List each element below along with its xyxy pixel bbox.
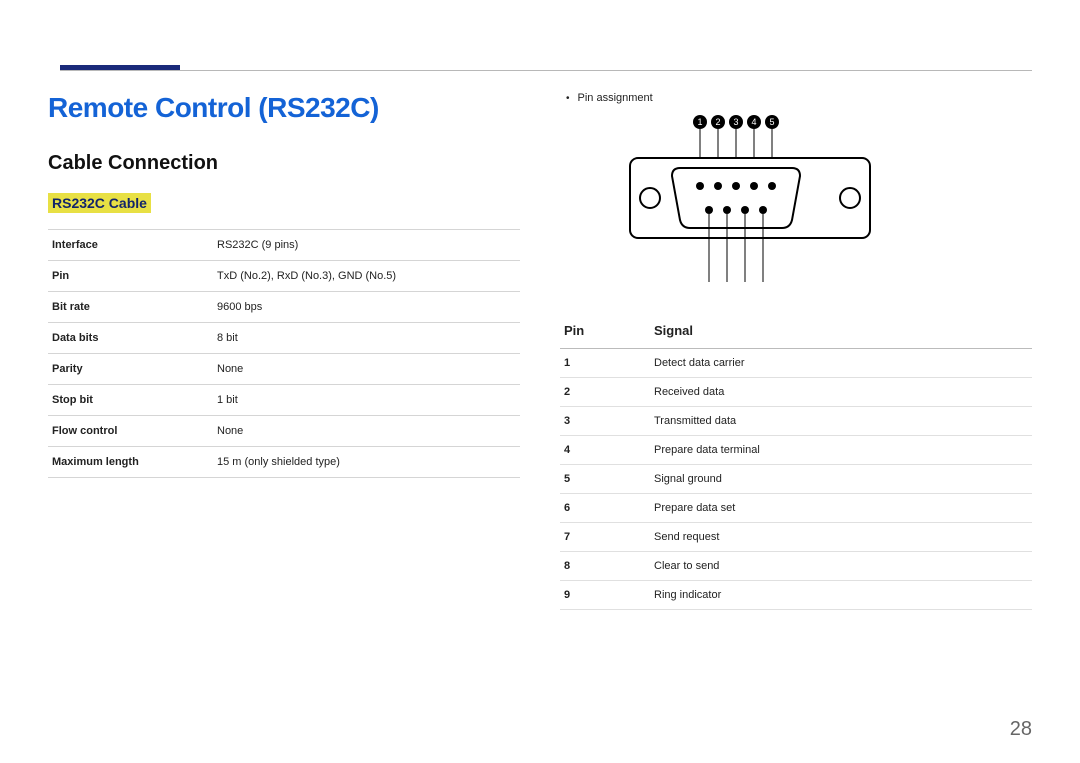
signal-name: Clear to send [650, 552, 1032, 581]
spec-key: Bit rate [48, 292, 213, 323]
page-title: Remote Control (RS232C) [48, 92, 520, 124]
table-row: Data bits8 bit [48, 323, 520, 354]
header-pin: Pin [560, 313, 650, 349]
section-heading: Cable Connection [48, 152, 520, 175]
table-row: 8Clear to send [560, 552, 1032, 581]
subsection-heading: RS232C Cable [48, 193, 151, 213]
signal-pin: 2 [560, 378, 650, 407]
table-row: Stop bit1 bit [48, 385, 520, 416]
table-row: 4Prepare data terminal [560, 436, 1032, 465]
signal-name: Prepare data terminal [650, 436, 1032, 465]
signal-pin: 8 [560, 552, 650, 581]
header-signal: Signal [650, 313, 1032, 349]
signal-name: Send request [650, 523, 1032, 552]
signal-name: Prepare data set [650, 494, 1032, 523]
table-row: 3Transmitted data [560, 407, 1032, 436]
table-row: 9Ring indicator [560, 581, 1032, 610]
spec-value: None [213, 354, 520, 385]
table-row: Maximum length15 m (only shielded type) [48, 447, 520, 478]
spec-key: Stop bit [48, 385, 213, 416]
signal-pin: 1 [560, 349, 650, 378]
spec-key: Pin [48, 261, 213, 292]
table-row: Flow controlNone [48, 416, 520, 447]
table-row: ParityNone [48, 354, 520, 385]
header-rule [60, 70, 1032, 71]
left-column: Remote Control (RS232C) Cable Connection… [48, 92, 520, 610]
signal-name: Signal ground [650, 465, 1032, 494]
spec-key: Interface [48, 230, 213, 261]
content-columns: Remote Control (RS232C) Cable Connection… [48, 92, 1032, 610]
right-column: Pin assignment 1 2 3 4 5 [560, 92, 1032, 610]
table-row: 1Detect data carrier [560, 349, 1032, 378]
table-row: InterfaceRS232C (9 pins) [48, 230, 520, 261]
page-number: 28 [1010, 718, 1032, 741]
spec-value: RS232C (9 pins) [213, 230, 520, 261]
spec-table: InterfaceRS232C (9 pins) PinTxD (No.2), … [48, 229, 520, 478]
signal-pin: 7 [560, 523, 650, 552]
table-row: Bit rate9600 bps [48, 292, 520, 323]
signal-name: Detect data carrier [650, 349, 1032, 378]
spec-key: Flow control [48, 416, 213, 447]
connector-diagram: 1 2 3 4 5 [620, 114, 880, 289]
svg-text:1: 1 [697, 117, 702, 127]
signal-pin: 4 [560, 436, 650, 465]
spec-key: Parity [48, 354, 213, 385]
db9-connector-icon: 1 2 3 4 5 [620, 114, 880, 284]
table-header: Pin Signal [560, 313, 1032, 349]
signal-name: Ring indicator [650, 581, 1032, 610]
signal-pin: 6 [560, 494, 650, 523]
svg-text:5: 5 [769, 117, 774, 127]
signal-name: Transmitted data [650, 407, 1032, 436]
spec-value: 8 bit [213, 323, 520, 354]
pin-assignment-label: Pin assignment [560, 92, 1032, 104]
table-row: 2Received data [560, 378, 1032, 407]
signal-pin: 5 [560, 465, 650, 494]
table-row: PinTxD (No.2), RxD (No.3), GND (No.5) [48, 261, 520, 292]
page: Remote Control (RS232C) Cable Connection… [0, 0, 1080, 763]
svg-text:2: 2 [715, 117, 720, 127]
spec-value: 1 bit [213, 385, 520, 416]
spec-value: 9600 bps [213, 292, 520, 323]
table-row: 5Signal ground [560, 465, 1032, 494]
svg-text:3: 3 [733, 117, 738, 127]
spec-key: Data bits [48, 323, 213, 354]
signal-name: Received data [650, 378, 1032, 407]
header-accent [60, 65, 180, 70]
table-row: 6Prepare data set [560, 494, 1032, 523]
signal-pin: 9 [560, 581, 650, 610]
signal-pin: 3 [560, 407, 650, 436]
spec-key: Maximum length [48, 447, 213, 478]
svg-text:4: 4 [751, 117, 756, 127]
spec-value: None [213, 416, 520, 447]
spec-value: TxD (No.2), RxD (No.3), GND (No.5) [213, 261, 520, 292]
signal-table: Pin Signal 1Detect data carrier 2Receive… [560, 313, 1032, 610]
spec-value: 15 m (only shielded type) [213, 447, 520, 478]
table-row: 7Send request [560, 523, 1032, 552]
